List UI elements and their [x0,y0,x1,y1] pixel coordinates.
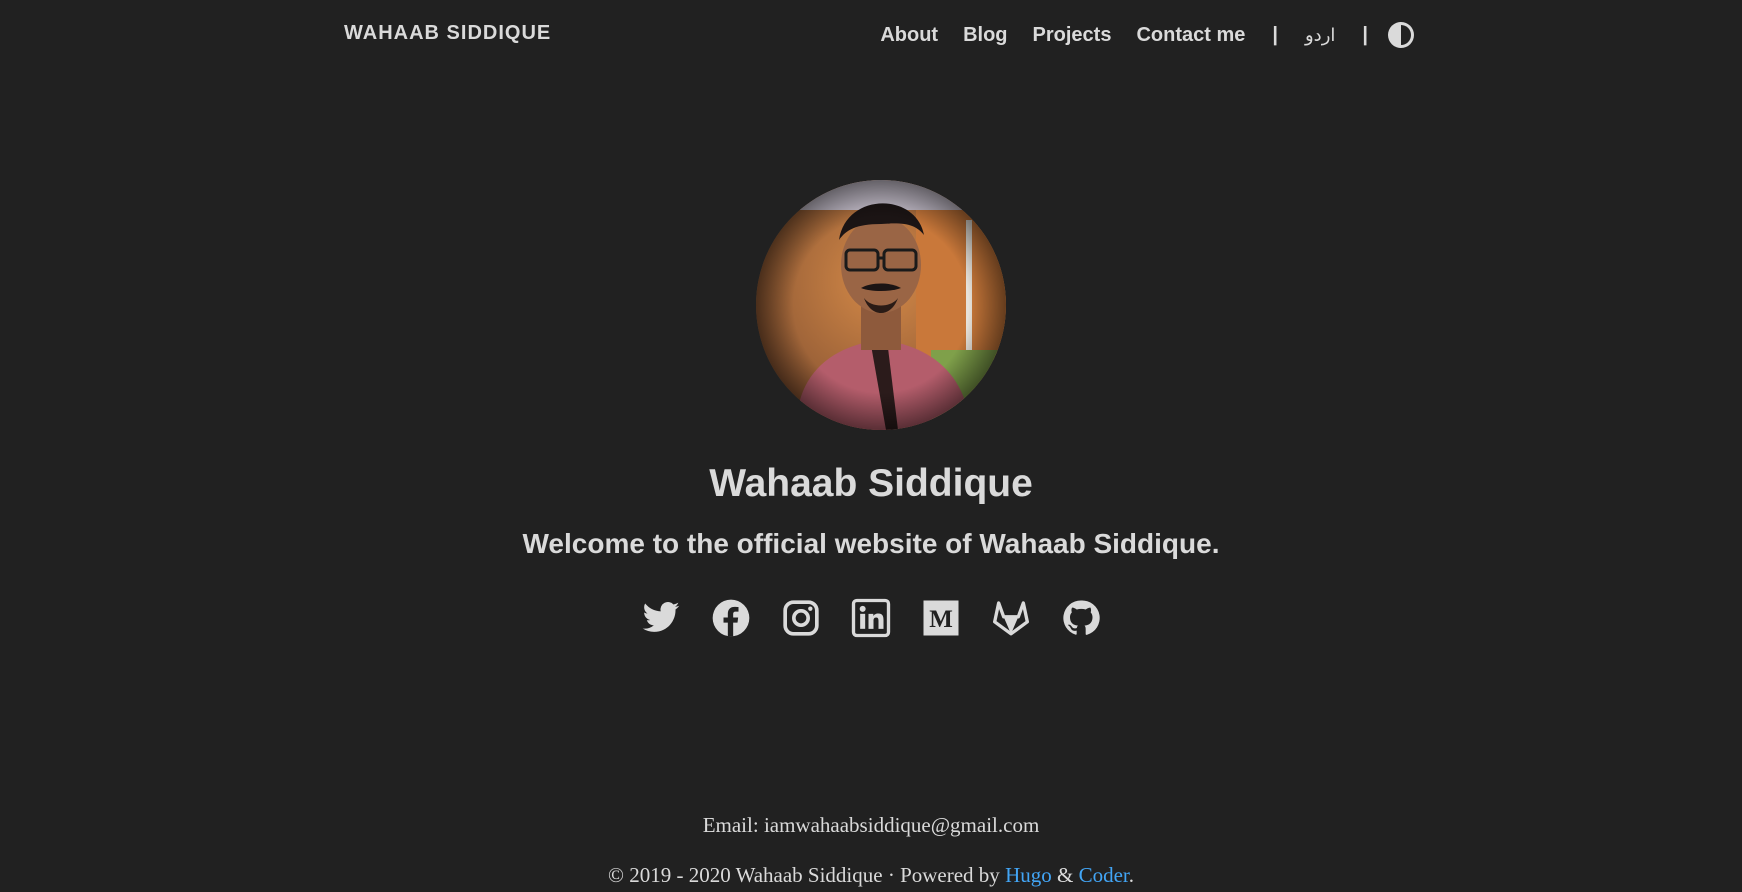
profile-photo [756,180,1006,430]
profile-avatar [756,180,1006,430]
nav-separator: | [1272,23,1278,46]
nav-contact-link[interactable]: Contact me [1136,24,1245,47]
social-links: M [0,598,1742,640]
hugo-link[interactable]: Hugo [1005,863,1052,887]
nav-menu: About Blog Projects Contact me | اردو | [880,20,1416,50]
svg-text:M: M [929,606,953,633]
nav-projects-link[interactable]: Projects [1033,24,1112,47]
twitter-icon[interactable] [641,598,681,640]
linkedin-icon[interactable] [851,598,891,640]
top-navigation: WAHAAB SIDDIQUE About Blog Projects Cont… [0,0,1742,72]
footer-copyright: © 2019 - 2020 Wahaab Siddique · Powered … [0,863,1742,888]
gitlab-icon[interactable] [991,598,1031,640]
period-text: . [1128,863,1134,887]
nav-blog-link[interactable]: Blog [963,24,1007,47]
copyright-text: © 2019 - 2020 Wahaab Siddique · Powered … [608,863,1006,887]
contrast-icon[interactable] [1386,20,1416,50]
profile-tagline: Welcome to the official website of Wahaa… [522,528,1220,559]
coder-link[interactable]: Coder [1079,863,1129,887]
profile-name: Wahaab Siddique [709,462,1033,505]
ampersand-text: & [1051,863,1079,887]
facebook-icon[interactable] [711,598,751,640]
page: WAHAAB SIDDIQUE About Blog Projects Cont… [0,0,1742,892]
nav-separator: | [1362,23,1368,46]
medium-icon[interactable]: M [921,598,961,640]
instagram-icon[interactable] [781,598,821,640]
site-brand-link[interactable]: WAHAAB SIDDIQUE [344,22,551,45]
github-icon[interactable] [1061,598,1101,640]
nav-about-link[interactable]: About [880,24,938,47]
language-switch-link[interactable]: اردو [1305,25,1335,46]
footer-email: Email: iamwahaabsiddique@gmail.com [702,813,1040,837]
